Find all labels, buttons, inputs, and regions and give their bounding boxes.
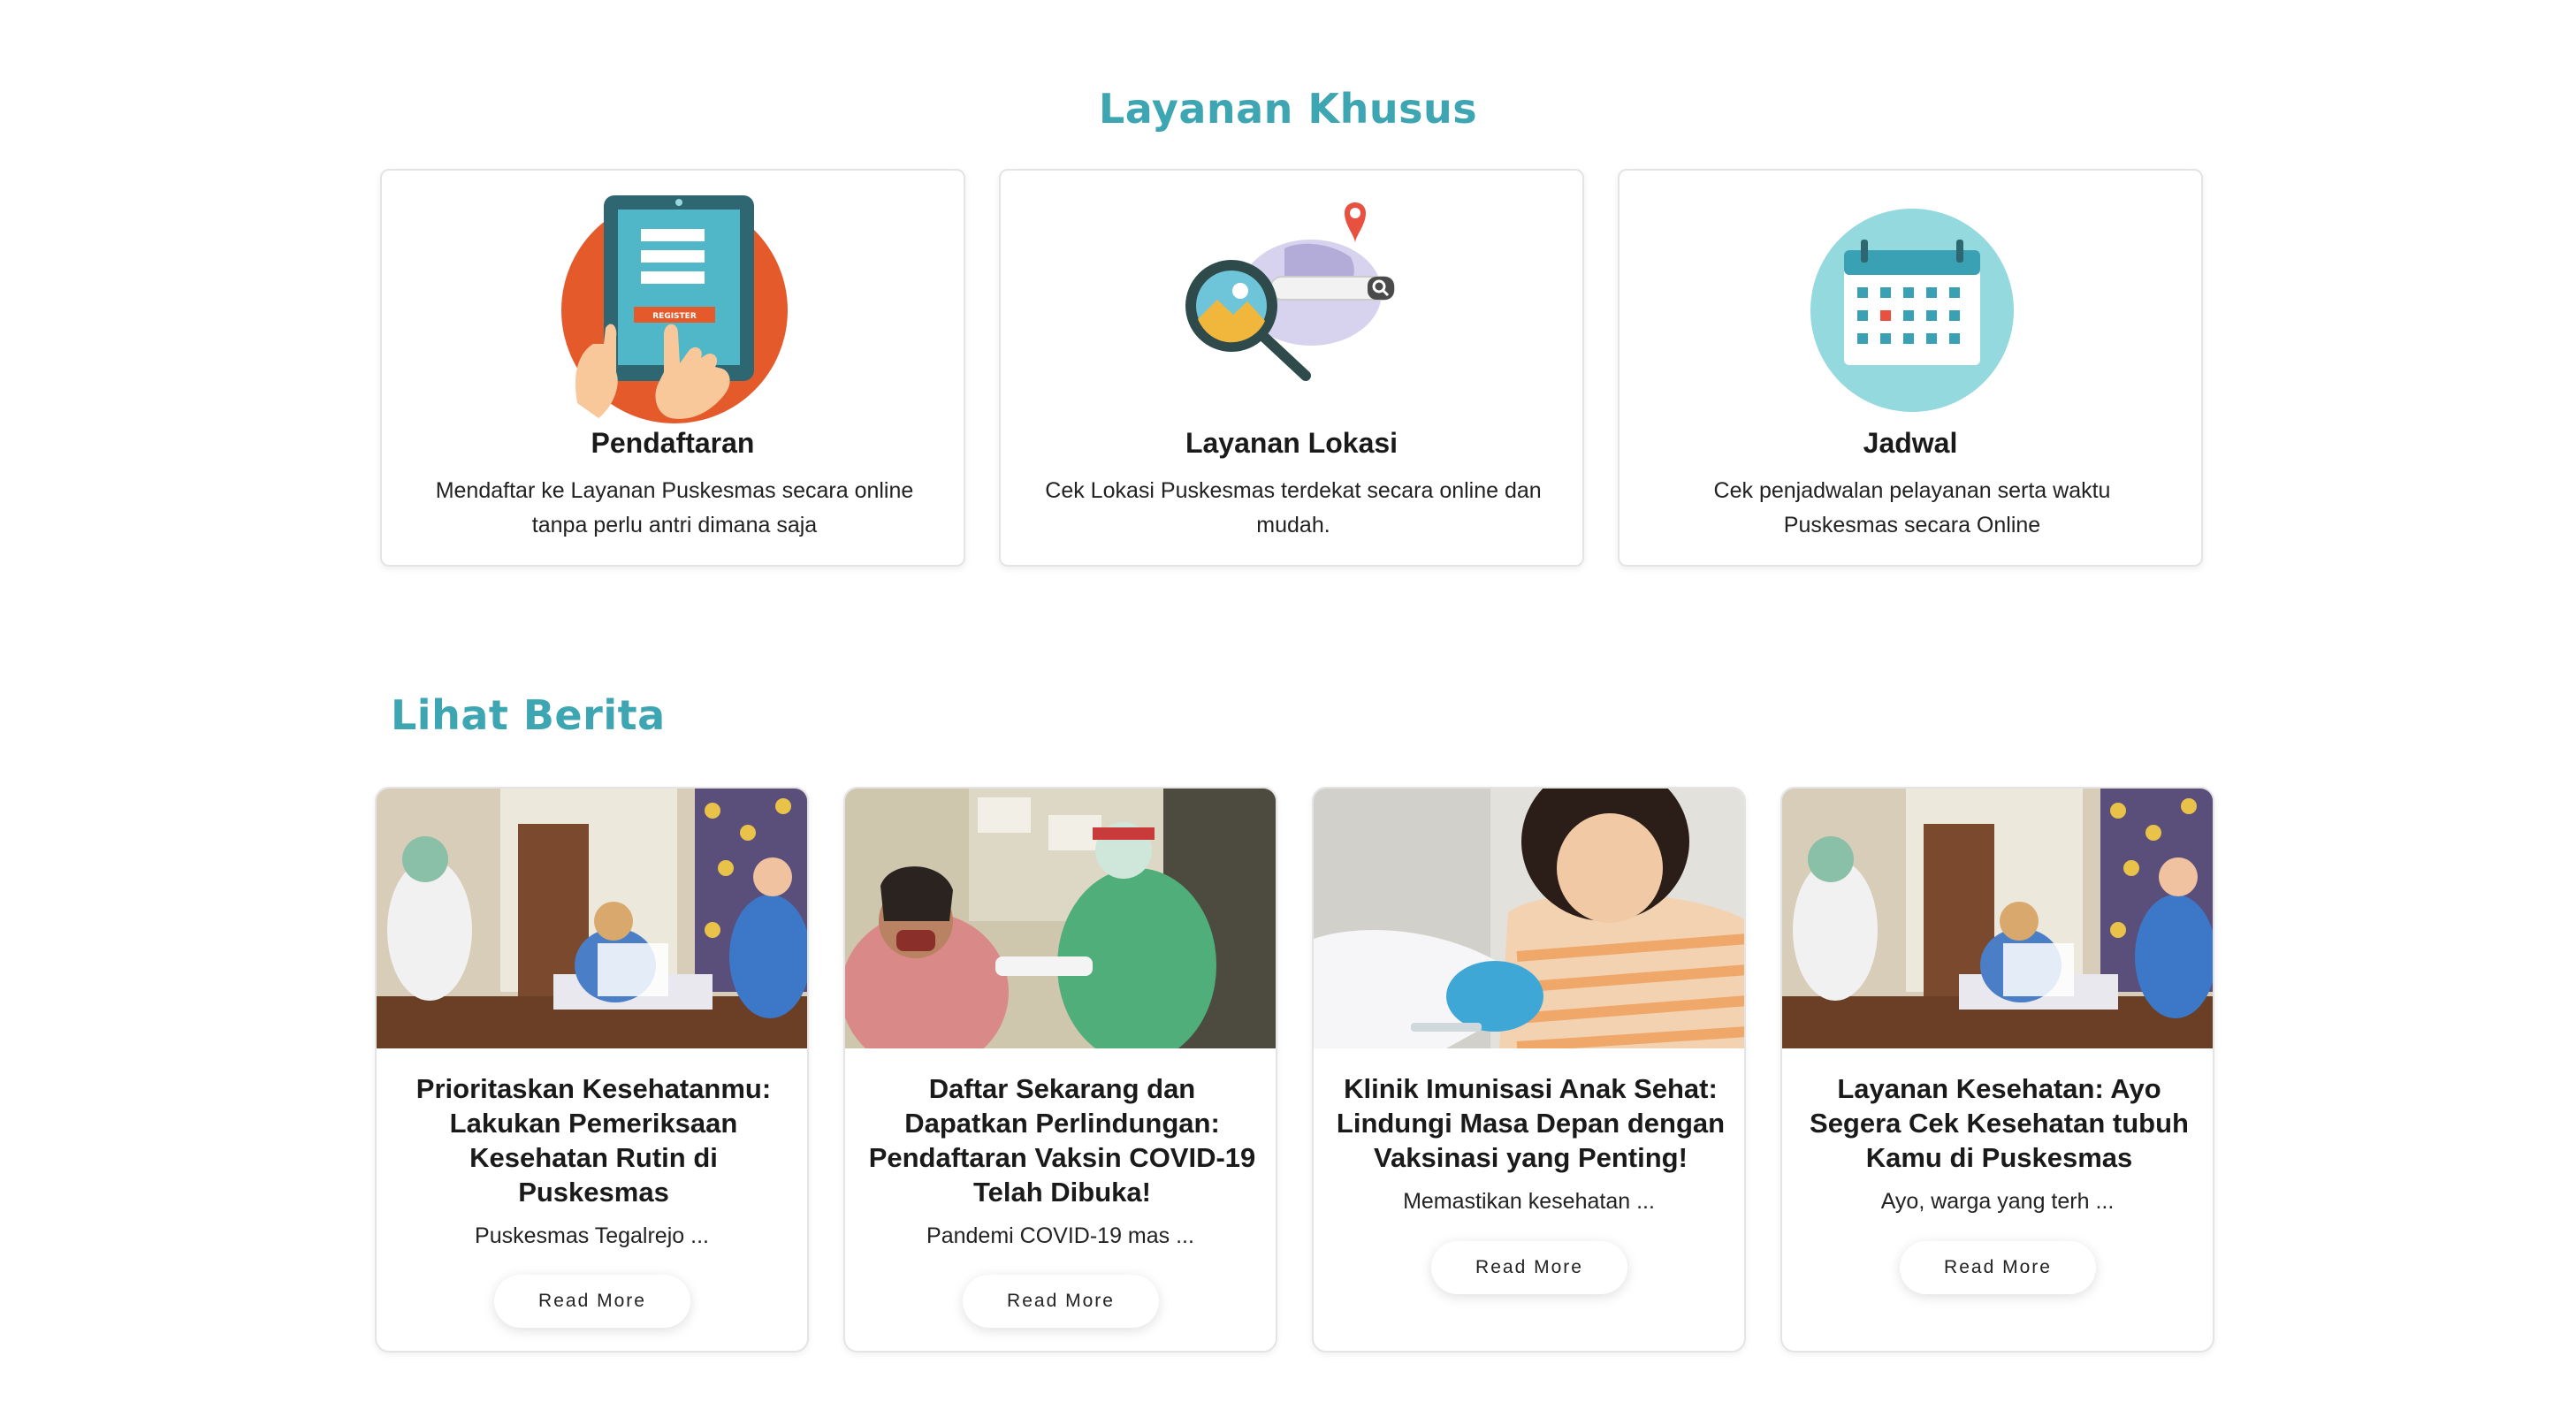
location-search-icon <box>1185 202 1395 381</box>
service-description: Cek Lokasi Puskesmas terdekat secara onl… <box>1045 478 1542 537</box>
news-excerpt: Ayo, warga yang terh ... <box>1880 1189 2115 1214</box>
news-excerpt: Memastikan kesehatan ... <box>1403 1189 1655 1214</box>
news-card[interactable]: Daftar Sekarang dan Dapatkan Perlindunga… <box>843 787 1277 1353</box>
service-title: Layanan Lokasi <box>1185 427 1399 459</box>
layanan-section-title: Layanan Khusus <box>1098 85 1478 133</box>
news-title[interactable]: Prioritaskan Kesehatanmu: Lakukan Pemeri… <box>396 1071 791 1209</box>
news-title[interactable]: Klinik Imunisasi Anak Sehat: Lindungi Ma… <box>1333 1071 1728 1175</box>
news-excerpt: Pandemi COVID-19 mas ... <box>926 1223 1194 1248</box>
berita-section-title: Lihat Berita <box>391 691 666 739</box>
service-card-jadwal[interactable]: Jadwal Cek penjadwalan pelayanan serta w… <box>1618 169 2203 567</box>
service-description: Mendaftar ke Layanan Puskesmas secara on… <box>435 478 914 537</box>
news-title[interactable]: Daftar Sekarang dan Dapatkan Perlindunga… <box>865 1071 1260 1209</box>
child-immunization-photo <box>1314 789 1744 1048</box>
news-excerpt: Puskesmas Tegalrejo ... <box>475 1223 709 1248</box>
news-title[interactable]: Layanan Kesehatan: Ayo Segera Cek Keseha… <box>1802 1071 2197 1175</box>
service-card-lokasi[interactable]: Layanan Lokasi Cek Lokasi Puskesmas terd… <box>999 169 1584 567</box>
news-card[interactable]: Klinik Imunisasi Anak Sehat: Lindungi Ma… <box>1312 787 1746 1353</box>
service-title: Jadwal <box>1863 427 1958 459</box>
register-label: REGISTER <box>652 312 697 321</box>
service-cards: REGISTER Pendaftaran Mendaftar ke Layana… <box>380 169 2203 568</box>
registration-tablet-icon: REGISTER <box>561 195 788 423</box>
service-card-pendaftaran[interactable]: REGISTER Pendaftaran Mendaftar ke Layana… <box>380 169 965 567</box>
clinic-consultation-photo <box>377 789 807 1048</box>
read-more-button[interactable]: Read More <box>1431 1241 1627 1294</box>
calendar-icon <box>1810 209 2014 412</box>
covid-vaccination-photo <box>845 789 1276 1048</box>
service-title: Pendaftaran <box>591 427 755 459</box>
news-card[interactable]: Prioritaskan Kesehatanmu: Lakukan Pemeri… <box>375 787 809 1353</box>
service-description: Cek penjadwalan pelayanan serta waktu Pu… <box>1713 478 2111 537</box>
read-more-button[interactable]: Read More <box>494 1275 690 1328</box>
read-more-button[interactable]: Read More <box>963 1275 1159 1328</box>
clinic-consultation-photo <box>1782 789 2213 1048</box>
news-card[interactable]: Layanan Kesehatan: Ayo Segera Cek Keseha… <box>1780 787 2214 1353</box>
read-more-button[interactable]: Read More <box>1900 1241 2096 1294</box>
